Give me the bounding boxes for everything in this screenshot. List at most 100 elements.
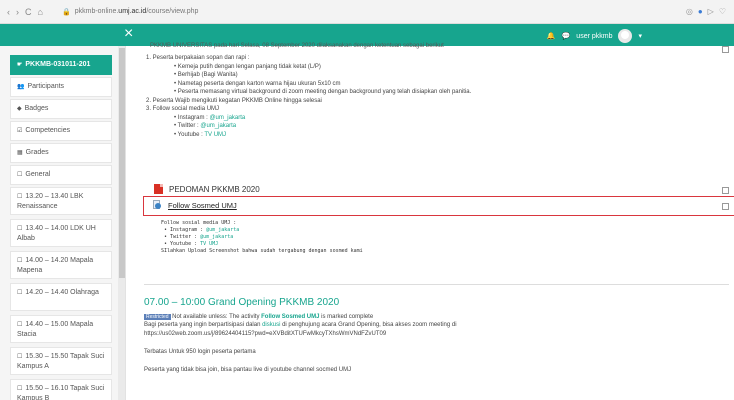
checkbox-icon: ☑ — [17, 128, 23, 134]
sidebar-item-label: Competencies — [25, 127, 71, 134]
sidebar-item-label: 14.40 – 15.00 Mapala Stacia — [17, 321, 94, 338]
activity-link[interactable]: Follow Sosmed UMJ — [168, 201, 237, 210]
completion-checkbox[interactable] — [722, 46, 729, 53]
discussion-link[interactable]: diskusi — [262, 322, 280, 328]
sidebar-item-label: 15.30 – 15.50 Tapak Suci Kampus A — [17, 353, 105, 370]
close-drawer-icon[interactable]: × — [124, 25, 133, 43]
section-summary: PKKMB UNIVERSITAS pada hari Selasa, 08 S… — [150, 43, 444, 49]
home-icon[interactable]: ⌂ — [38, 7, 43, 17]
url-host: umj.ac.id — [118, 8, 147, 15]
info-paragraph: Peserta yang tidak bisa join, bisa panta… — [144, 367, 352, 373]
rule-item: 2. Peserta Wajib mengikuti kegatan PKKMB… — [146, 97, 322, 104]
restriction-activity-name: Follow Sosmed UMJ — [261, 314, 320, 320]
url-icon — [152, 200, 162, 210]
chevron-down-icon[interactable]: ▾ — [638, 32, 642, 40]
social-item: • Twitter : @um_jakarta — [174, 123, 237, 129]
desc-line: Follow sosial media UMJ : — [161, 220, 237, 226]
play-icon[interactable]: ▷ — [708, 7, 714, 16]
sidebar-item-label: Participants — [27, 83, 65, 90]
folder-icon: ☐ — [17, 322, 23, 328]
extension-icon[interactable]: ◎ — [686, 7, 693, 16]
section-title: 07.00 – 10:00 Grand Opening PKKMB 2020 — [144, 297, 340, 308]
badge-icon: ◆ — [17, 106, 22, 112]
browser-toolbar: ‹ › C ⌂ 🔒 pkkmb-online.umj.ac.id/course/… — [0, 0, 734, 24]
desc-line: SIlahkan Upload Screenshot bahwa sudah t… — [161, 248, 363, 254]
user-menu[interactable]: 🔔 💬 user pkkmb ▾ — [547, 29, 642, 43]
restriction-notice: Restricted Not available unless: The act… — [144, 314, 374, 320]
sidebar-item-label: PKKMB-031011-201 — [25, 61, 91, 68]
sidebar-item-section[interactable]: ☐ 14.20 – 14.40 Olahraga — [10, 283, 112, 311]
activity-description: Follow sosial media UMJ : • Instagram : … — [161, 220, 363, 255]
sidebar-item-general[interactable]: ☐ General — [10, 165, 112, 185]
rules-list: 1. Peserta berpakaian sopan dan rapi : •… — [144, 54, 704, 139]
activity-title: PEDOMAN PKKMB 2020 — [169, 184, 260, 194]
completion-checkbox[interactable] — [722, 187, 729, 194]
address-bar[interactable]: pkkmb-online.umj.ac.id/course/view.php — [75, 8, 686, 15]
social-item: • Youtube : TV UMJ — [174, 131, 227, 138]
sidebar-item-section[interactable]: ☐ 15.30 – 15.50 Tapak Suci Kampus A — [10, 347, 112, 375]
rule-subitem: • Kemeja putih dengan lengan panjang tid… — [174, 63, 321, 70]
sidebar-item-label: 14.20 – 14.40 Olahraga — [25, 289, 99, 296]
browser-nav: ‹ › C ⌂ — [0, 7, 62, 17]
sidebar-item-label: Grades — [25, 149, 49, 156]
desc-line: • Instagram : @um_jakarta — [164, 227, 240, 233]
desc-line: • Youtube : TV UMJ — [164, 241, 219, 247]
twitter-link[interactable]: @um_jakarta — [200, 123, 236, 129]
activity-pedoman[interactable]: PEDOMAN PKKMB 2020 — [154, 184, 260, 194]
lock-icon: 🔒 — [62, 8, 71, 16]
folder-icon: ☐ — [17, 226, 23, 232]
sidebar-scroll-thumb[interactable] — [119, 48, 125, 278]
sidebar-item-label: 14.00 – 14.20 Mapala Mapena — [17, 257, 94, 274]
chat-icon[interactable]: 💬 — [562, 32, 571, 40]
sidebar-item-competencies[interactable]: ☑ Competencies — [10, 121, 112, 141]
sidebar-item-badges[interactable]: ◆ Badges — [10, 99, 112, 119]
sidebar-item-section[interactable]: ☐ 13.40 – 14.00 LDK UH Albab — [10, 219, 112, 247]
folder-icon: ☐ — [17, 354, 23, 360]
restricted-badge: Restricted — [144, 314, 171, 320]
url-path: /course/view.php — [146, 8, 199, 15]
activity-follow-sosmed[interactable]: Follow Sosmed UMJ — [152, 200, 237, 210]
table-icon: ▦ — [17, 150, 23, 156]
avatar — [618, 29, 633, 43]
info-paragraph: Bagi peserta yang ingin berpartisipasi d… — [144, 322, 457, 328]
user-name: user pkkmb — [576, 32, 613, 40]
sidebar-scrollbar[interactable] — [118, 46, 125, 400]
social-item: • Instagram : @um_jakarta — [174, 114, 246, 121]
url-prefix: pkkmb-online. — [74, 8, 119, 15]
sidebar-item-participants[interactable]: 👥 Participants — [10, 77, 112, 97]
folder-icon: ☐ — [17, 290, 23, 296]
extensions: ◎ ● ▷ ♡ — [686, 7, 734, 16]
sidebar-item-section[interactable]: ☐ 13.20 – 13.40 LBK Renaissance — [10, 187, 112, 215]
zoom-link-text: https://us02web.zoom.us/j/89624404115?pw… — [144, 331, 387, 337]
sidebar-item-label: General — [25, 171, 51, 178]
youtube-link[interactable]: TV UMJ — [204, 132, 226, 138]
course-content: PKKMB UNIVERSITAS pada hari Selasa, 08 S… — [143, 43, 734, 400]
info-paragraph: Terbatas Untuk 950 login peserta pertama — [144, 349, 256, 355]
rule-subitem: • Berhijab (Bagi Wanita) — [174, 72, 238, 78]
sidebar-item-label: 15.50 – 16.10 Tapak Suci Kampus B — [17, 385, 105, 400]
sidebar-item-grades[interactable]: ▦ Grades — [10, 143, 112, 163]
desc-line: • Twitter : @um_jakarta — [164, 234, 234, 240]
users-icon: 👥 — [17, 84, 25, 90]
forward-icon[interactable]: › — [16, 7, 19, 17]
folder-icon: ☐ — [17, 194, 23, 200]
instagram-link[interactable]: @um_jakarta — [209, 115, 245, 121]
rule-subitem: • Peserta memasang virtual background di… — [174, 89, 472, 95]
sidebar-item-section[interactable]: ☐ 14.40 – 15.00 Mapala Stacia — [10, 315, 112, 343]
rule-subitem: • Nametag peserta dengan karton warna hi… — [174, 80, 341, 87]
sidebar-item-label: Badges — [24, 105, 49, 112]
heart-icon[interactable]: ♡ — [719, 7, 726, 16]
sidebar-item-course[interactable]: ☛ PKKMB-031011-201 — [10, 55, 112, 75]
extension-icon[interactable]: ● — [698, 7, 703, 16]
completion-checkbox[interactable] — [722, 203, 729, 210]
sidebar-item-section[interactable]: ☐ 14.00 – 14.20 Mapala Mapena — [10, 251, 112, 279]
rule-item: 1. Peserta berpakaian sopan dan rapi : — [146, 55, 250, 61]
bell-icon[interactable]: 🔔 — [547, 32, 556, 40]
flag-icon: ☛ — [17, 62, 23, 68]
sidebar-item-section[interactable]: ☐ 15.50 – 16.10 Tapak Suci Kampus B — [10, 379, 112, 400]
back-icon[interactable]: ‹ — [7, 7, 10, 17]
folder-icon: ☐ — [17, 386, 23, 392]
rule-item: 3. Follow social media UMJ — [146, 106, 220, 112]
pdf-icon — [154, 184, 163, 194]
reload-icon[interactable]: C — [25, 7, 32, 17]
